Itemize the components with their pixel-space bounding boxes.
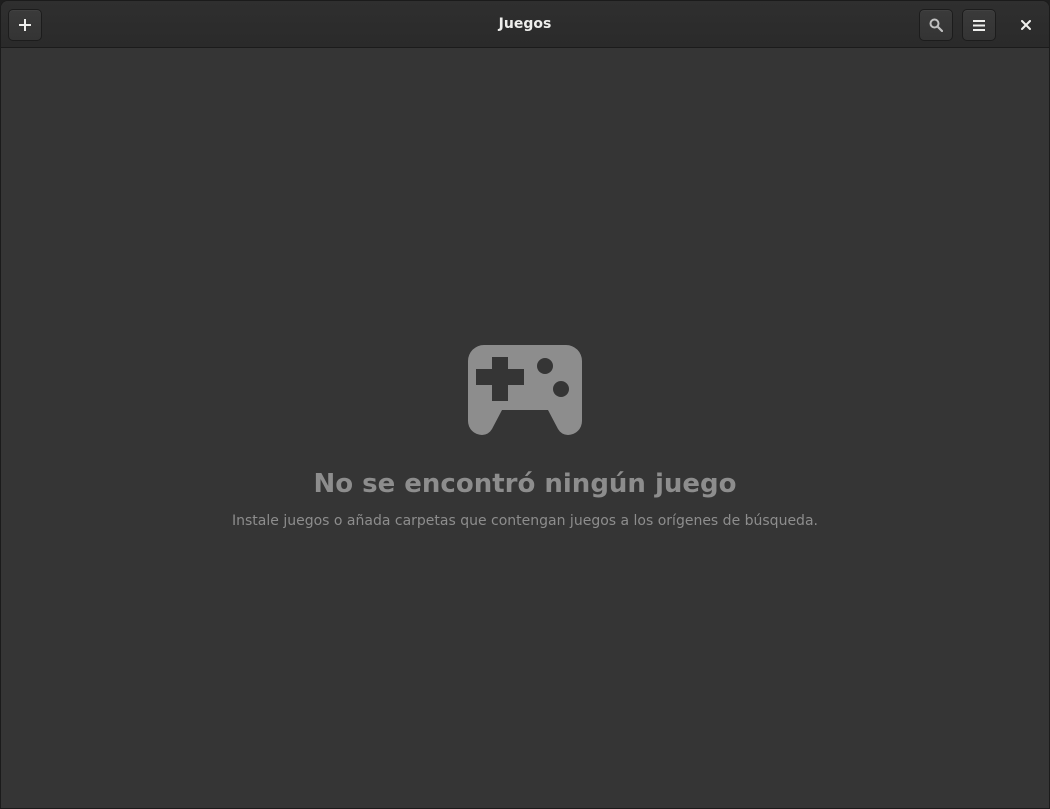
headerbar: Juegos	[1, 1, 1049, 48]
close-icon	[1021, 20, 1031, 30]
window-title: Juegos	[498, 16, 552, 32]
app-window: Juegos No se encontró ningún juego Insta…	[0, 0, 1050, 809]
search-button[interactable]	[919, 9, 953, 41]
hamburger-menu-icon	[973, 19, 985, 31]
gamepad-icon	[468, 345, 582, 435]
empty-state: No se encontró ningún juego Instale jueg…	[1, 345, 1049, 529]
empty-state-subtitle: Instale juegos o añada carpetas que cont…	[232, 513, 818, 529]
add-game-button[interactable]	[8, 9, 42, 41]
empty-state-title: No se encontró ningún juego	[313, 469, 737, 499]
main-menu-button[interactable]	[962, 9, 996, 41]
search-icon	[929, 18, 943, 32]
plus-icon	[19, 19, 31, 31]
close-window-button[interactable]	[1010, 9, 1042, 41]
game-collection-view: No se encontró ningún juego Instale jueg…	[1, 49, 1049, 808]
